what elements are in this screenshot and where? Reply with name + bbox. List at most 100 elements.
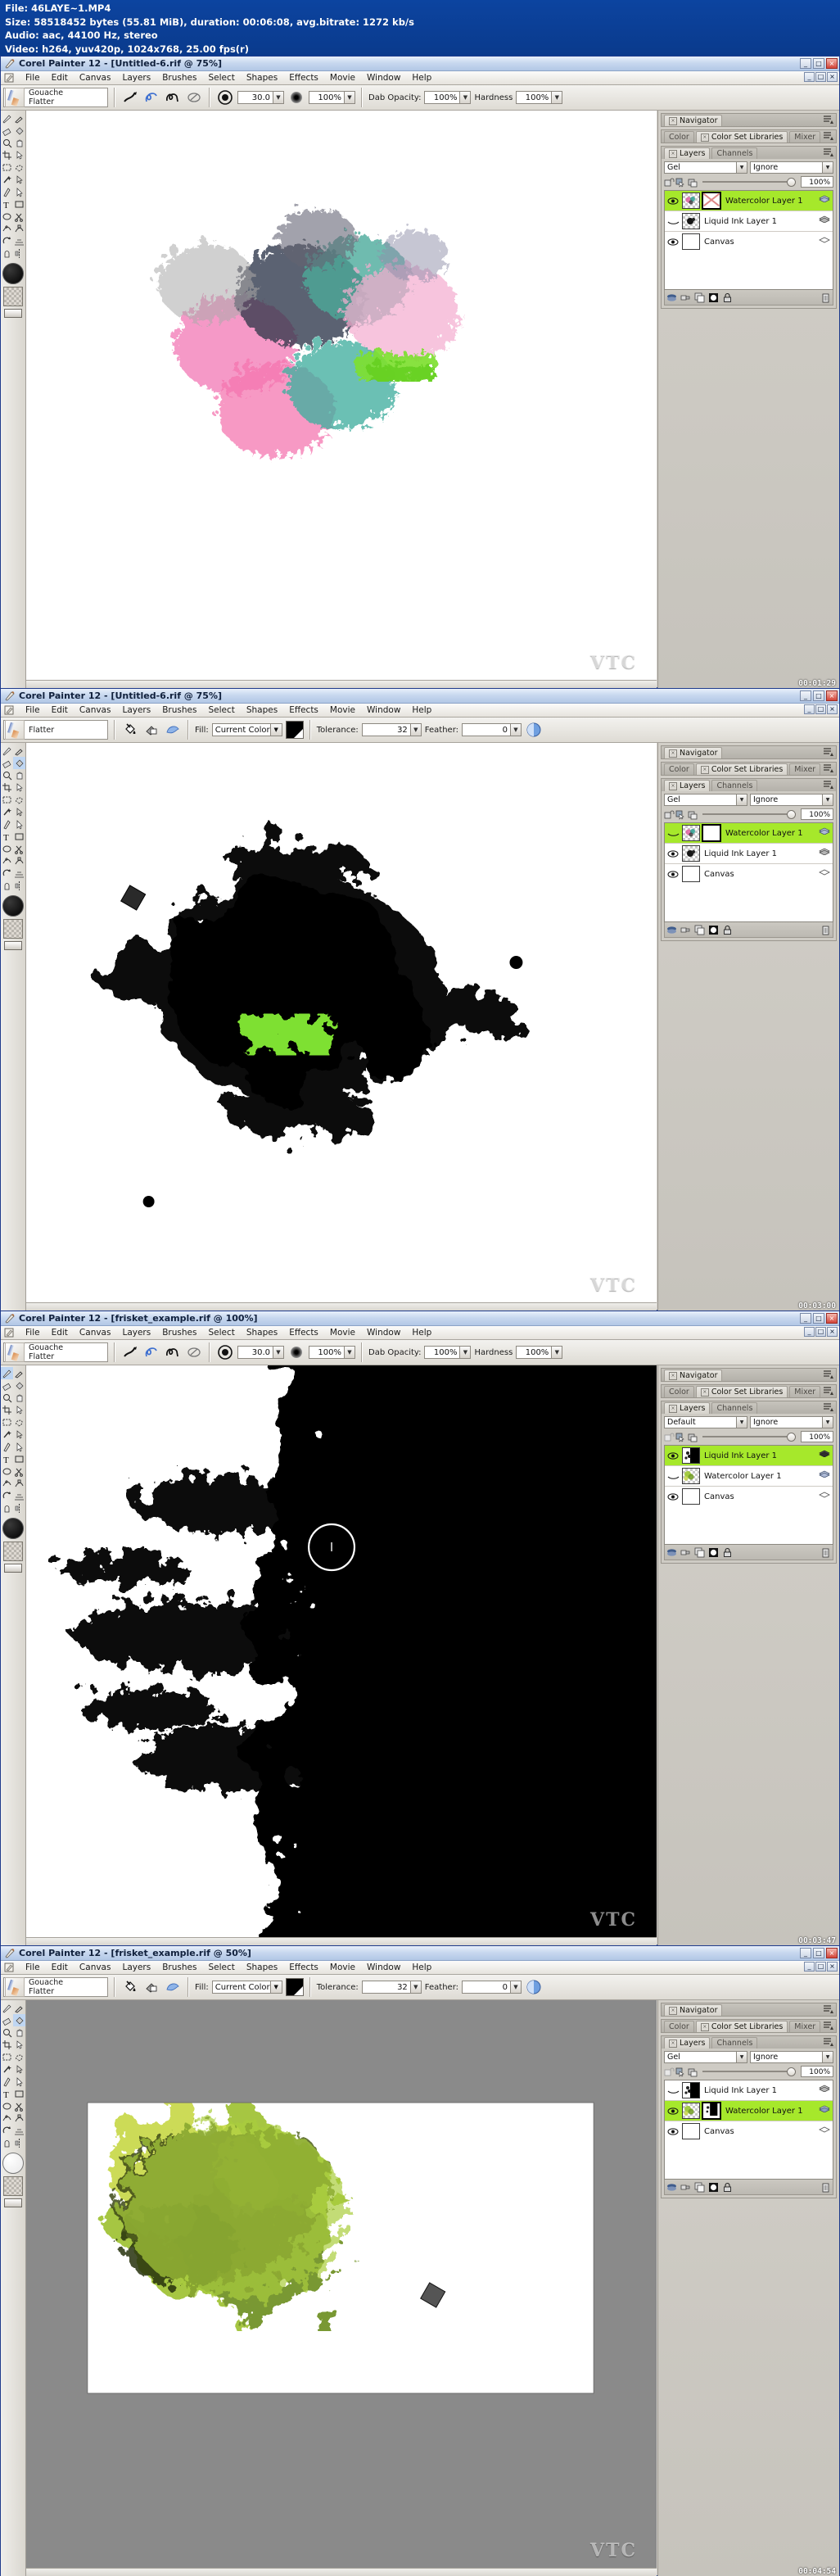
brush-settings-icon[interactable] bbox=[185, 88, 203, 106]
doc-minimize-button[interactable]: _ bbox=[804, 1962, 815, 1972]
menu-item-brushes[interactable]: Brushes bbox=[156, 704, 202, 716]
toolbox-options-bar[interactable] bbox=[4, 2198, 22, 2207]
chevron-down-icon[interactable]: ▼ bbox=[269, 724, 282, 736]
mirror-tool-icon[interactable] bbox=[13, 2137, 25, 2149]
pick-up-underlying-icon[interactable] bbox=[675, 2067, 686, 2077]
paint-bucket-icon[interactable] bbox=[121, 721, 139, 739]
brush-opacity-field[interactable]: 100% ▼ bbox=[309, 91, 355, 104]
tab-color-set-libraries[interactable]: × Color Set Libraries bbox=[695, 1386, 788, 1397]
palette-menu-icon[interactable] bbox=[823, 747, 833, 757]
tab-mixer[interactable]: Mixer bbox=[789, 2021, 821, 2032]
tolerance-value[interactable]: 32 bbox=[361, 1981, 411, 1994]
shape-selection-tool-icon[interactable] bbox=[13, 818, 25, 831]
menu-item-shapes[interactable]: Shapes bbox=[241, 704, 283, 716]
layer-thumbnail[interactable] bbox=[682, 2123, 700, 2139]
scissors-tool-icon[interactable] bbox=[13, 2100, 25, 2112]
convert-point-tool-icon[interactable] bbox=[13, 855, 25, 867]
freehand-stroke-icon[interactable] bbox=[142, 1343, 160, 1361]
text-tool-icon[interactable]: T bbox=[1, 831, 13, 843]
menu-item-shapes[interactable]: Shapes bbox=[241, 1962, 283, 1973]
layer-thumbnail[interactable] bbox=[682, 192, 700, 209]
grabber-tool-icon[interactable] bbox=[13, 769, 25, 781]
menu-item-canvas[interactable]: Canvas bbox=[74, 1327, 117, 1338]
menu-item-help[interactable]: Help bbox=[406, 704, 437, 716]
close-button[interactable]: × bbox=[826, 1313, 838, 1324]
fill-cartoon-cel-icon[interactable] bbox=[164, 721, 182, 739]
maximize-button[interactable]: □ bbox=[813, 1313, 824, 1324]
menu-item-edit[interactable]: Edit bbox=[46, 1327, 74, 1338]
dab-opacity-value[interactable]: 100% bbox=[424, 91, 461, 104]
pen-tool-icon[interactable] bbox=[1, 818, 13, 831]
paper-texture-swatch[interactable] bbox=[3, 2176, 23, 2196]
magnifier-tool-icon[interactable] bbox=[1, 137, 13, 149]
close-tab-icon[interactable]: × bbox=[700, 2022, 709, 2031]
palette-menu-icon[interactable] bbox=[823, 2037, 833, 2047]
preserve-transparency-icon[interactable] bbox=[664, 809, 675, 820]
text-tool-icon[interactable]: T bbox=[1, 198, 13, 211]
pick-up-underlying-icon[interactable] bbox=[675, 809, 686, 820]
layer-thumbnail[interactable] bbox=[682, 825, 700, 841]
menu-item-select[interactable]: Select bbox=[202, 72, 240, 84]
menu-item-canvas[interactable]: Canvas bbox=[74, 704, 117, 716]
primary-color-well[interactable] bbox=[2, 1518, 24, 1539]
menu-item-help[interactable]: Help bbox=[406, 1327, 437, 1338]
close-tab-icon[interactable]: × bbox=[669, 116, 677, 125]
close-tab-icon[interactable]: × bbox=[700, 765, 709, 774]
tab-navigator[interactable]: × Navigator bbox=[664, 1369, 723, 1381]
brush-opacity-dropdown-icon[interactable]: ▼ bbox=[345, 1346, 355, 1359]
menu-item-edit[interactable]: Edit bbox=[46, 1962, 74, 1973]
layer-mask-icon[interactable] bbox=[708, 1547, 719, 1558]
slider-knob[interactable] bbox=[787, 810, 796, 819]
delete-layer-icon[interactable] bbox=[820, 2182, 831, 2193]
freehand-stroke-icon[interactable] bbox=[142, 88, 160, 106]
brush-tool-icon[interactable] bbox=[1, 745, 13, 757]
feather-field[interactable]: Feather: 0 ▼ bbox=[425, 1981, 522, 1994]
lasso-tool-icon[interactable] bbox=[13, 161, 25, 174]
rotate-page-tool-icon[interactable] bbox=[1, 867, 13, 880]
brush-size-dropdown-icon[interactable]: ▼ bbox=[273, 1346, 284, 1359]
lasso-tool-icon[interactable] bbox=[13, 2051, 25, 2063]
menu-item-layers[interactable]: Layers bbox=[116, 1962, 156, 1973]
layer-opacity-value[interactable]: 100% bbox=[801, 2066, 833, 2077]
menu-item-effects[interactable]: Effects bbox=[283, 1327, 324, 1338]
magnifier-tool-icon[interactable] bbox=[1, 2026, 13, 2039]
doc-close-button[interactable]: × bbox=[827, 1962, 838, 1972]
menu-item-window[interactable]: Window bbox=[361, 72, 406, 84]
convert-point-tool-icon[interactable] bbox=[13, 1478, 25, 1490]
rect-shape-tool-icon[interactable] bbox=[13, 2088, 25, 2100]
shape-selection-tool-icon[interactable] bbox=[13, 2076, 25, 2088]
minimize-button[interactable]: _ bbox=[800, 1313, 811, 1324]
mirror-tool-icon[interactable] bbox=[13, 1502, 25, 1514]
composite-method-select[interactable]: Gel ▼ bbox=[664, 161, 747, 174]
layer-visibility-toggle[interactable] bbox=[665, 238, 682, 247]
straight-line-stroke-icon[interactable] bbox=[164, 1343, 182, 1361]
brush-size-field[interactable]: 30.0 ▼ bbox=[237, 91, 284, 104]
doc-maximize-button[interactable]: □ bbox=[815, 704, 826, 714]
tab-mixer[interactable]: Mixer bbox=[789, 131, 821, 143]
lasso-tool-icon[interactable] bbox=[13, 1416, 25, 1428]
table-row[interactable]: Watercolor Layer 1 bbox=[665, 1466, 833, 1487]
rect-shape-tool-icon[interactable] bbox=[13, 198, 25, 211]
tab-color[interactable]: Color bbox=[664, 2021, 694, 2032]
menu-item-movie[interactable]: Movie bbox=[324, 1962, 361, 1973]
dab-opacity-field[interactable]: Dab Opacity: 100% ▼ bbox=[368, 91, 472, 104]
magnifier-tool-icon[interactable] bbox=[1, 1392, 13, 1404]
brush-selector[interactable]: Gouache Flatter bbox=[3, 88, 108, 107]
brush-settings-icon[interactable] bbox=[185, 1343, 203, 1361]
eraser-tool-icon[interactable] bbox=[1, 2014, 13, 2026]
menu-item-brushes[interactable]: Brushes bbox=[156, 1962, 202, 1973]
tab-layers[interactable]: × Layers bbox=[664, 780, 711, 791]
add-point-tool-icon[interactable] bbox=[1, 223, 13, 235]
layer-adjuster-tool-icon[interactable] bbox=[13, 1404, 25, 1416]
menu-item-movie[interactable]: Movie bbox=[324, 1327, 361, 1338]
paint-bucket-tool-icon[interactable] bbox=[13, 757, 25, 769]
tolerance-value[interactable]: 32 bbox=[361, 723, 411, 736]
menu-item-movie[interactable]: Movie bbox=[324, 72, 361, 84]
paint-bucket-tool-icon[interactable] bbox=[13, 2014, 25, 2026]
dropper-tool-icon[interactable] bbox=[13, 745, 25, 757]
fill-image-icon[interactable] bbox=[142, 721, 160, 739]
feather-field[interactable]: Feather: 0 ▼ bbox=[425, 723, 522, 736]
brush-opacity-value[interactable]: 100% bbox=[309, 91, 345, 104]
layer-opacity-slider[interactable] bbox=[702, 178, 796, 187]
hardness-dropdown-icon[interactable]: ▼ bbox=[552, 1346, 563, 1359]
